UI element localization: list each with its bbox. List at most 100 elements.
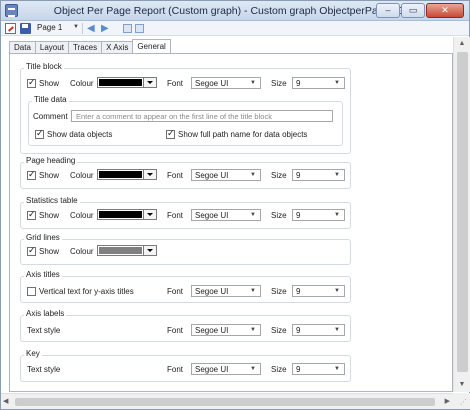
chevron-down-icon: ▼: [334, 212, 340, 218]
key-size-label: Size: [271, 365, 287, 374]
axis-titles-font-label: Font: [167, 287, 184, 296]
maximize-icon: ▭: [408, 5, 418, 15]
title-block-show-label: Show: [39, 79, 60, 88]
statistics-table-size-select[interactable]: 9 ▼: [292, 209, 345, 221]
close-button[interactable]: ✕: [426, 3, 464, 18]
show-full-path-label: Show full path name for data objects: [178, 130, 308, 139]
show-data-objects-checkbox[interactable]: [35, 128, 44, 139]
key-size-select[interactable]: 9 ▼: [292, 363, 345, 375]
statistics-table-colour-picker[interactable]: [97, 209, 157, 220]
axis-titles-font-value: Segoe UI: [195, 287, 229, 296]
grid-lines-colour-label: Colour: [70, 247, 94, 256]
resize-grip-icon[interactable]: ⋰: [453, 393, 470, 409]
key-font-select[interactable]: Segoe UI ▼: [191, 363, 261, 375]
statistics-table-colour-label: Colour: [70, 211, 94, 220]
horizontal-scroll-thumb[interactable]: [15, 398, 435, 406]
horizontal-scrollbar[interactable]: ◀ ▶: [1, 393, 453, 409]
title-bar[interactable]: Object Per Page Report (Custom graph) - …: [1, 1, 469, 21]
page-heading-colour-label: Colour: [70, 171, 94, 180]
title-block-size-select[interactable]: 9 ▼: [292, 77, 345, 89]
key-heading: Key: [24, 349, 42, 358]
statistics-table-show-checkbox[interactable]: [27, 209, 36, 220]
page-heading-font-label: Font: [167, 171, 184, 180]
chevron-down-icon[interactable]: ▼: [73, 24, 79, 30]
previous-page-icon[interactable]: ◀: [87, 23, 95, 34]
page-heading-size-select[interactable]: 9 ▼: [292, 169, 345, 181]
chevron-down-icon: ▼: [334, 366, 340, 372]
next-page-icon[interactable]: ▶: [101, 23, 109, 34]
axis-labels-size-label: Size: [271, 326, 287, 335]
colour-swatch: [99, 171, 142, 178]
minimize-icon: –: [385, 5, 391, 15]
maximize-button[interactable]: ▭: [401, 3, 425, 18]
chevron-down-icon: ▼: [250, 212, 256, 218]
axis-titles-size-select[interactable]: 9 ▼: [292, 285, 345, 297]
vertical-text-label: Vertical text for y-axis titles: [39, 287, 134, 296]
scroll-down-icon[interactable]: ▼: [454, 378, 470, 392]
colour-swatch: [99, 79, 142, 86]
chevron-down-icon: ▼: [334, 327, 340, 333]
axis-titles-heading: Axis titles: [24, 270, 62, 279]
page-heading-show-label: Show: [39, 171, 60, 180]
toolbar-divider: [82, 23, 83, 34]
axis-labels-heading: Axis labels: [24, 309, 67, 318]
page-heading-show-checkbox[interactable]: [27, 169, 36, 180]
page-heading-size-label: Size: [271, 171, 287, 180]
toolbar: Page 1 ▼ ◀ ▶: [1, 21, 469, 36]
show-full-path-checkbox[interactable]: [166, 128, 175, 139]
copy-icon[interactable]: [123, 24, 132, 33]
vertical-text-checkbox[interactable]: [27, 287, 36, 296]
vertical-scrollbar[interactable]: ▲ ▼: [453, 37, 470, 392]
chevron-down-icon: ▼: [334, 80, 340, 86]
grid-lines-show-checkbox[interactable]: [27, 245, 36, 256]
axis-labels-size-select[interactable]: 9 ▼: [292, 324, 345, 336]
title-block-font-value: Segoe UI: [195, 79, 229, 88]
scroll-left-icon[interactable]: ◀: [3, 397, 8, 405]
report-window: Object Per Page Report (Custom graph) - …: [0, 0, 470, 410]
tab-general[interactable]: General: [132, 39, 171, 53]
chevron-down-icon[interactable]: [143, 210, 156, 219]
colour-swatch: [99, 247, 142, 254]
title-block-heading: Title block: [24, 62, 64, 71]
key-font-value: Segoe UI: [195, 365, 229, 374]
title-block-colour-picker[interactable]: [97, 77, 157, 88]
axis-labels-font-select[interactable]: Segoe UI ▼: [191, 324, 261, 336]
chevron-down-icon: ▼: [250, 172, 256, 178]
axis-labels-font-label: Font: [167, 326, 184, 335]
save-icon[interactable]: [20, 23, 31, 34]
statistics-table-show-label: Show: [39, 211, 60, 220]
minimize-button[interactable]: –: [376, 3, 400, 18]
chevron-down-icon: ▼: [334, 172, 340, 178]
chevron-down-icon: ▼: [334, 288, 340, 294]
chevron-down-icon[interactable]: [143, 78, 156, 87]
title-block-size-value: 9: [296, 79, 301, 88]
close-icon: ✕: [441, 5, 449, 15]
axis-labels-font-value: Segoe UI: [195, 326, 229, 335]
title-block-show-checkbox[interactable]: [27, 77, 36, 88]
grid-lines-show-label: Show: [39, 247, 60, 256]
page-heading-colour-picker[interactable]: [97, 169, 157, 180]
statistics-table-font-select[interactable]: Segoe UI ▼: [191, 209, 261, 221]
show-data-objects-label: Show data objects: [47, 130, 113, 139]
statistics-table-font-value: Segoe UI: [195, 211, 229, 220]
axis-labels-size-value: 9: [296, 326, 301, 335]
colour-swatch: [99, 211, 142, 218]
scroll-up-icon[interactable]: ▲: [454, 37, 470, 51]
grid-lines-colour-picker[interactable]: [97, 245, 157, 256]
print-icon[interactable]: [135, 24, 144, 33]
page-heading-font-select[interactable]: Segoe UI ▼: [191, 169, 261, 181]
page-selector[interactable]: Page 1: [37, 23, 62, 32]
title-block-font-select[interactable]: Segoe UI ▼: [191, 77, 261, 89]
key-size-value: 9: [296, 365, 301, 374]
statistics-table-size-value: 9: [296, 211, 301, 220]
comment-input[interactable]: Enter a comment to appear on the first l…: [71, 110, 333, 122]
edit-icon[interactable]: [5, 23, 16, 34]
scroll-right-icon[interactable]: ▶: [445, 397, 450, 405]
vertical-scroll-thumb[interactable]: [457, 52, 468, 372]
comment-label: Comment: [33, 112, 68, 121]
axis-titles-font-select[interactable]: Segoe UI ▼: [191, 285, 261, 297]
statistics-table-font-label: Font: [167, 211, 184, 220]
page-heading-size-value: 9: [296, 171, 301, 180]
chevron-down-icon[interactable]: [143, 170, 156, 179]
chevron-down-icon[interactable]: [143, 246, 156, 255]
